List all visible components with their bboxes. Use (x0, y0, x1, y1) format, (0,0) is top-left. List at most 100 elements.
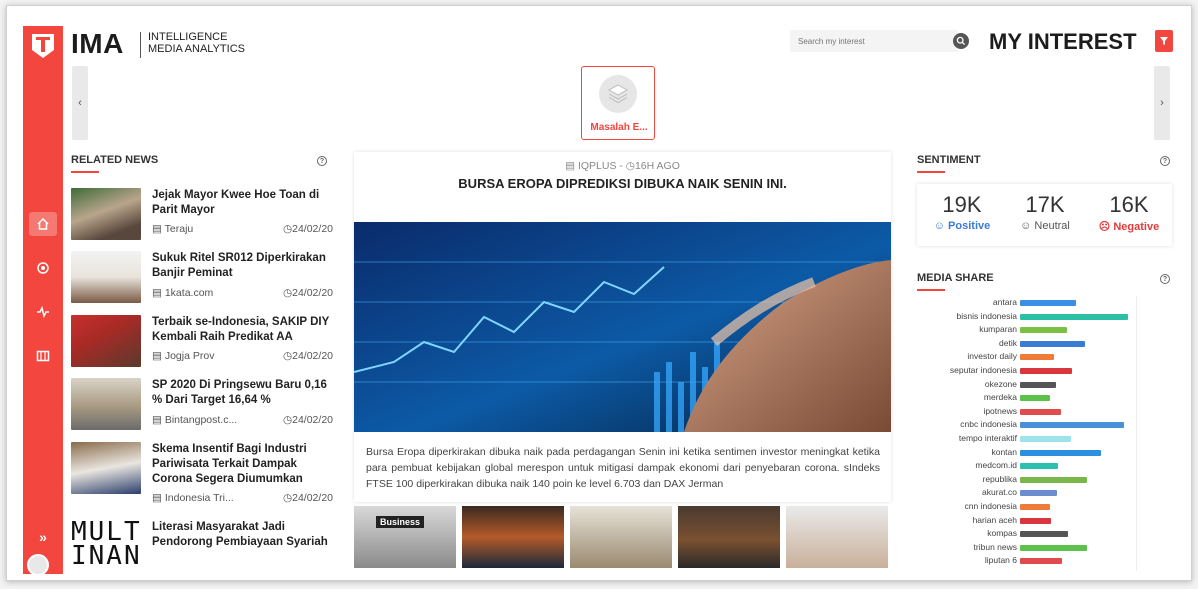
chart-bar[interactable] (1020, 504, 1050, 510)
article-meta: ▤ IQPLUS - ◷16H AGO (565, 160, 680, 172)
carousel-next-button[interactable]: › (1154, 66, 1170, 140)
chart-bar[interactable] (1020, 313, 1128, 320)
help-icon[interactable]: ? (1160, 156, 1170, 166)
help-icon[interactable]: ? (1160, 274, 1170, 284)
chart-category-label: okezone (984, 378, 1017, 389)
target-icon[interactable] (29, 256, 57, 280)
chart-bar[interactable] (1020, 327, 1067, 334)
sentiment-negative-value: 16K (1109, 192, 1149, 217)
sentiment-neutral-label: ☺ Neutral (1020, 220, 1070, 232)
home-icon[interactable] (29, 212, 57, 236)
chart-category-label: investor daily (967, 351, 1017, 362)
news-source: ▤ Indonesia Tri... (152, 492, 234, 504)
news-item[interactable]: Terbaik se-Indonesia, SAKIP DIY Kembali … (71, 315, 333, 375)
chart-bar[interactable] (1020, 476, 1087, 483)
news-title: SP 2020 Di Pringsewu Baru 0,16 % Dari Ta… (152, 379, 327, 406)
search-icon[interactable] (953, 33, 969, 49)
article-title: BURSA EROPA DIPREDIKSI DIBUKA NAIK SENIN… (458, 176, 787, 191)
featured-article[interactable]: ▤ IQPLUS - ◷16H AGO BURSA EROPA DIPREDIK… (354, 152, 891, 502)
news-thumbnail (71, 251, 141, 303)
article-body: Bursa Eropa diperkirakan dibuka naik pad… (366, 446, 880, 490)
sentiment-neutral-label-text: Neutral (1034, 220, 1070, 232)
sentiment-underline (917, 171, 945, 173)
gallery-thumbnail[interactable] (570, 506, 672, 568)
my-interest-title[interactable]: MY INTEREST (989, 29, 1137, 55)
chart-bar[interactable] (1020, 368, 1072, 374)
news-item[interactable]: MULT INANC Literasi Masyarakat Jadi Pend… (71, 520, 333, 580)
news-item[interactable]: Skema Insentif Bagi Industri Pariwisata … (71, 442, 333, 504)
chart-bar[interactable] (1020, 517, 1051, 524)
news-thumbnail (71, 442, 141, 494)
chart-bar[interactable] (1020, 436, 1071, 442)
chart-category-label: detik (999, 337, 1017, 348)
chart-category-label: medcom.id (975, 460, 1017, 471)
filter-icon[interactable] (1155, 30, 1173, 52)
news-item[interactable]: Jejak Mayor Kwee Hoe Toan di Parit Mayor… (71, 188, 333, 248)
sentiment-neutral[interactable]: 17K ☺ Neutral (1005, 192, 1085, 232)
chart-bar[interactable] (1020, 558, 1062, 565)
activity-icon[interactable] (29, 300, 57, 324)
news-source: ▤ Jogja Prov (152, 350, 215, 362)
chart-bar[interactable] (1020, 408, 1061, 415)
chart-bar[interactable] (1020, 422, 1124, 429)
chart-bar[interactable] (1020, 449, 1101, 456)
chart-bar[interactable] (1020, 395, 1050, 402)
news-date: ◷24/02/20 (282, 287, 333, 299)
news-date: ◷24/02/20 (282, 223, 333, 235)
help-icon[interactable]: ? (317, 156, 327, 166)
news-thumbnail (71, 315, 141, 367)
sentiment-positive-value: 19K (942, 192, 982, 217)
chart-bar[interactable] (1020, 531, 1068, 538)
chart-bar[interactable] (1020, 300, 1076, 306)
columns-icon[interactable] (29, 344, 57, 368)
gallery-thumbnail[interactable]: Business (354, 506, 456, 568)
chart-category-label: kontan (991, 446, 1017, 457)
news-date-text: 24/02/20 (292, 492, 333, 504)
news-date: ◷24/02/20 (282, 350, 333, 362)
sentiment-positive[interactable]: 19K ☺ Positive (922, 192, 1002, 232)
chart-category-label: tempo interaktif (958, 433, 1017, 443)
sentiment-negative[interactable]: 16K ☹ Negative (1089, 192, 1169, 233)
gallery-thumbnail[interactable] (678, 506, 780, 568)
sentiment-negative-label-text: Negative (1113, 221, 1160, 233)
avatar[interactable] (27, 554, 49, 576)
chart-category-label: akurat.co (982, 487, 1017, 498)
news-date-text: 24/02/20 (292, 223, 333, 235)
news-item[interactable]: SP 2020 Di Pringsewu Baru 0,16 % Dari Ta… (71, 378, 333, 438)
news-date: ◷24/02/20 (282, 414, 333, 426)
chart-bar[interactable] (1020, 463, 1058, 470)
news-thumbnail-text: INANC (71, 541, 141, 571)
search-input[interactable] (790, 30, 958, 52)
news-date-text: 24/02/20 (292, 414, 333, 426)
chart-category-label: kompas (987, 528, 1017, 539)
news-title: Skema Insentif Bagi Industri Pariwisata … (152, 443, 307, 485)
brand-name: IMA (71, 28, 124, 59)
chart-category-label: antara (992, 297, 1017, 307)
ima-logo-icon[interactable] (23, 26, 63, 66)
news-source: ▤ Teraju (152, 223, 194, 235)
chart-category-label: kumparan (979, 324, 1017, 335)
carousel-prev-button[interactable]: ‹ (72, 66, 88, 140)
expand-sidebar-icon[interactable]: » (29, 526, 57, 548)
related-news-title: RELATED NEWS (71, 154, 159, 166)
news-source: ▤ 1kata.com (152, 287, 214, 299)
media-share-chart: antara bisnis indonesia kumparan detik inves… (917, 296, 1175, 571)
related-news-underline (71, 171, 99, 173)
chart-bar[interactable] (1020, 544, 1087, 551)
chart-bar[interactable] (1020, 490, 1057, 497)
news-date: ◷24/02/20 (282, 492, 333, 504)
chart-bar[interactable] (1020, 381, 1056, 388)
brand-subtitle-line1: INTELLIGENCE (148, 31, 228, 43)
gallery-thumbnail[interactable] (462, 506, 564, 568)
layers-icon (599, 75, 637, 113)
gallery-thumbnail[interactable] (786, 506, 888, 568)
sentiment-card: 19K ☺ Positive 17K ☺ Neutral 16K ☹ Negat… (917, 184, 1172, 246)
news-title: Jejak Mayor Kwee Hoe Toan di Parit Mayor (152, 189, 320, 216)
news-source-text: Teraju (164, 223, 194, 235)
chart-category-label: cnn indonesia (964, 501, 1017, 511)
interest-carousel-item[interactable]: Masalah E... (581, 66, 655, 140)
chart-bar[interactable] (1020, 354, 1054, 361)
chart-bar[interactable] (1020, 340, 1085, 347)
news-item[interactable]: Sukuk Ritel SR012 Diperkirakan Banjir Pe… (71, 251, 333, 311)
chart-category-label: cnbc indonesia (960, 419, 1017, 430)
